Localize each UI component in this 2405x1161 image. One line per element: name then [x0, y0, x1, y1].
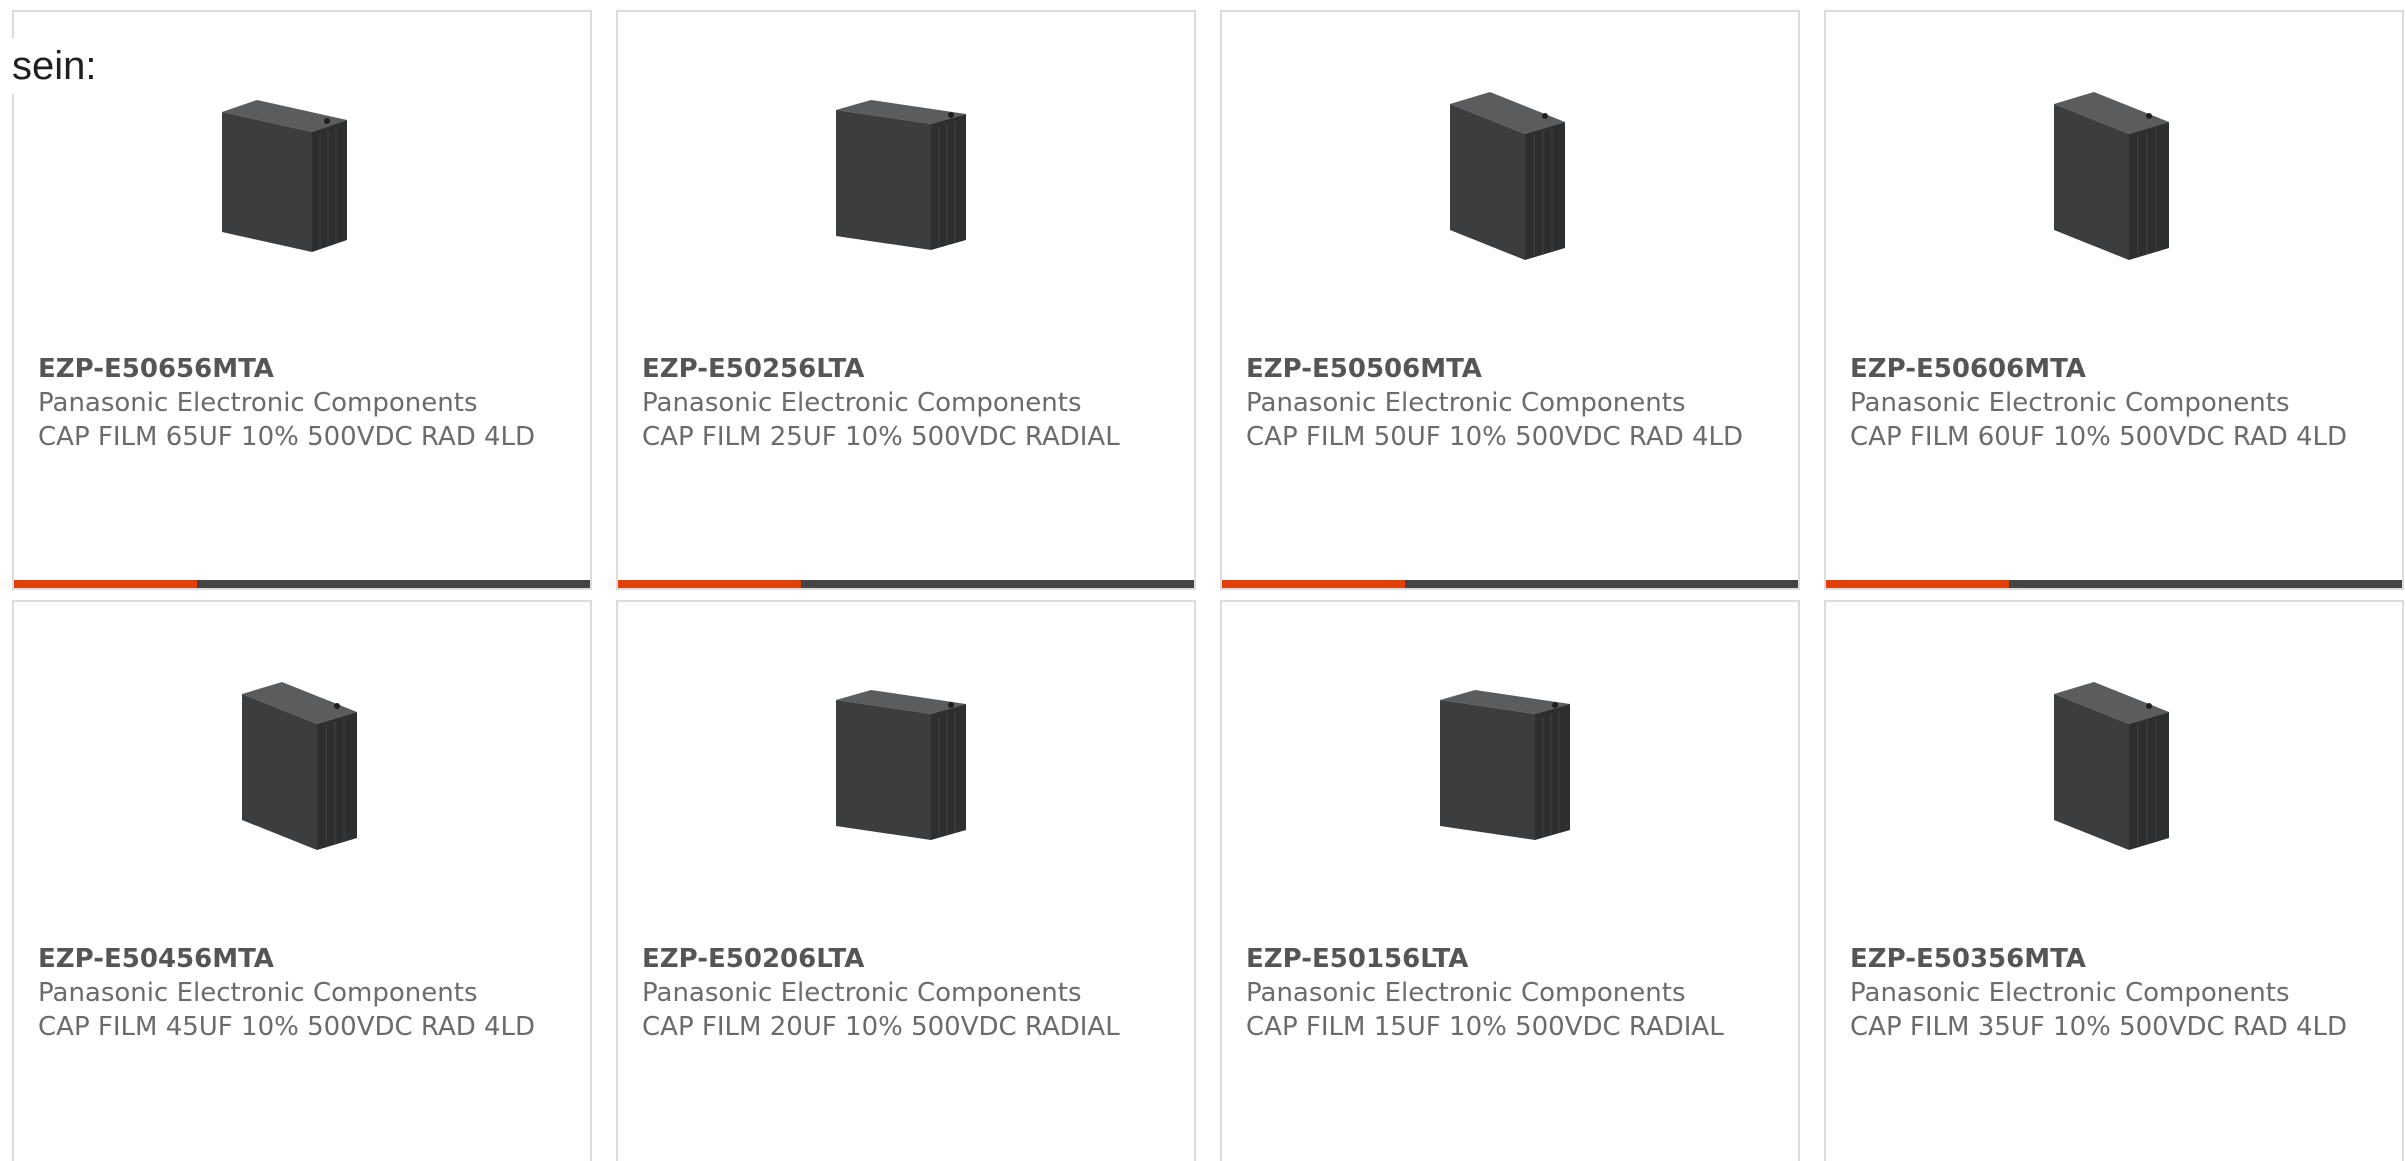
- film-capacitor-icon: [2054, 682, 2169, 850]
- film-capacitor-icon: [1450, 92, 1565, 260]
- card-accent-bar: [14, 580, 197, 588]
- product-grid: EZP-E50656MTA Panasonic Electronic Compo…: [12, 10, 2404, 1161]
- film-capacitor-icon: [242, 682, 357, 850]
- film-capacitor-icon: [836, 100, 966, 250]
- product-image[interactable]: [197, 672, 397, 872]
- description: CAP FILM 65UF 10% 500VDC RAD 4LD: [38, 422, 536, 452]
- product-info: EZP-E50656MTA Panasonic Electronic Compo…: [38, 352, 538, 454]
- product-card[interactable]: EZP-E50506MTA Panasonic Electronic Compo…: [1220, 10, 1800, 590]
- manufacturer: Panasonic Electronic Components: [38, 388, 478, 418]
- part-number[interactable]: EZP-E50456MTA: [38, 942, 538, 976]
- product-image[interactable]: [801, 672, 1001, 872]
- part-number[interactable]: EZP-E50506MTA: [1246, 352, 1746, 386]
- product-card[interactable]: EZP-E50256LTA Panasonic Electronic Compo…: [616, 10, 1196, 590]
- manufacturer: Panasonic Electronic Components: [38, 978, 478, 1008]
- manufacturer: Panasonic Electronic Components: [1850, 978, 2290, 1008]
- product-image[interactable]: [1405, 672, 1605, 872]
- product-grid-page: sein: EZP-E50656MTA Panasonic Electronic…: [0, 0, 2405, 1161]
- description: CAP FILM 60UF 10% 500VDC RAD 4LD: [1850, 422, 2348, 452]
- film-capacitor-icon: [222, 100, 347, 252]
- card-accent-bar: [1826, 580, 2009, 588]
- part-number[interactable]: EZP-E50206LTA: [642, 942, 1142, 976]
- card-bottom-bar: [1826, 580, 2402, 588]
- product-card[interactable]: EZP-E50156LTA Panasonic Electronic Compo…: [1220, 600, 1800, 1161]
- product-card[interactable]: EZP-E50656MTA Panasonic Electronic Compo…: [12, 10, 592, 590]
- description: CAP FILM 45UF 10% 500VDC RAD 4LD: [38, 1012, 536, 1042]
- card-accent-bar: [618, 580, 801, 588]
- film-capacitor-icon: [1440, 690, 1570, 840]
- product-info: EZP-E50206LTA Panasonic Electronic Compo…: [642, 942, 1142, 1044]
- product-info: EZP-E50256LTA Panasonic Electronic Compo…: [642, 352, 1142, 454]
- manufacturer: Panasonic Electronic Components: [1246, 388, 1686, 418]
- description: CAP FILM 15UF 10% 500VDC RADIAL: [1246, 1012, 1724, 1042]
- manufacturer: Panasonic Electronic Components: [1850, 388, 2290, 418]
- product-image[interactable]: [1405, 82, 1605, 282]
- product-info: EZP-E50606MTA Panasonic Electronic Compo…: [1850, 352, 2350, 454]
- product-image[interactable]: [801, 82, 1001, 282]
- product-card[interactable]: EZP-E50606MTA Panasonic Electronic Compo…: [1824, 10, 2404, 590]
- product-card[interactable]: EZP-E50456MTA Panasonic Electronic Compo…: [12, 600, 592, 1161]
- manufacturer: Panasonic Electronic Components: [1246, 978, 1686, 1008]
- product-card[interactable]: EZP-E50206LTA Panasonic Electronic Compo…: [616, 600, 1196, 1161]
- card-bottom-bar: [14, 580, 590, 588]
- description: CAP FILM 25UF 10% 500VDC RADIAL: [642, 422, 1120, 452]
- card-bottom-bar: [1222, 580, 1798, 588]
- product-image[interactable]: [197, 82, 397, 282]
- intro-text: sein:: [12, 38, 97, 94]
- film-capacitor-icon: [2054, 92, 2169, 260]
- card-accent-bar: [1222, 580, 1405, 588]
- product-info: EZP-E50156LTA Panasonic Electronic Compo…: [1246, 942, 1746, 1044]
- card-bottom-bar: [618, 580, 1194, 588]
- description: CAP FILM 50UF 10% 500VDC RAD 4LD: [1246, 422, 1744, 452]
- film-capacitor-icon: [836, 690, 966, 840]
- product-image[interactable]: [2009, 672, 2209, 872]
- part-number[interactable]: EZP-E50256LTA: [642, 352, 1142, 386]
- part-number[interactable]: EZP-E50656MTA: [38, 352, 538, 386]
- description: CAP FILM 20UF 10% 500VDC RADIAL: [642, 1012, 1120, 1042]
- product-card[interactable]: EZP-E50356MTA Panasonic Electronic Compo…: [1824, 600, 2404, 1161]
- manufacturer: Panasonic Electronic Components: [642, 978, 1082, 1008]
- product-info: EZP-E50456MTA Panasonic Electronic Compo…: [38, 942, 538, 1044]
- part-number[interactable]: EZP-E50606MTA: [1850, 352, 2350, 386]
- part-number[interactable]: EZP-E50356MTA: [1850, 942, 2350, 976]
- manufacturer: Panasonic Electronic Components: [642, 388, 1082, 418]
- description: CAP FILM 35UF 10% 500VDC RAD 4LD: [1850, 1012, 2348, 1042]
- part-number[interactable]: EZP-E50156LTA: [1246, 942, 1746, 976]
- product-image[interactable]: [2009, 82, 2209, 282]
- product-info: EZP-E50506MTA Panasonic Electronic Compo…: [1246, 352, 1746, 454]
- product-info: EZP-E50356MTA Panasonic Electronic Compo…: [1850, 942, 2350, 1044]
